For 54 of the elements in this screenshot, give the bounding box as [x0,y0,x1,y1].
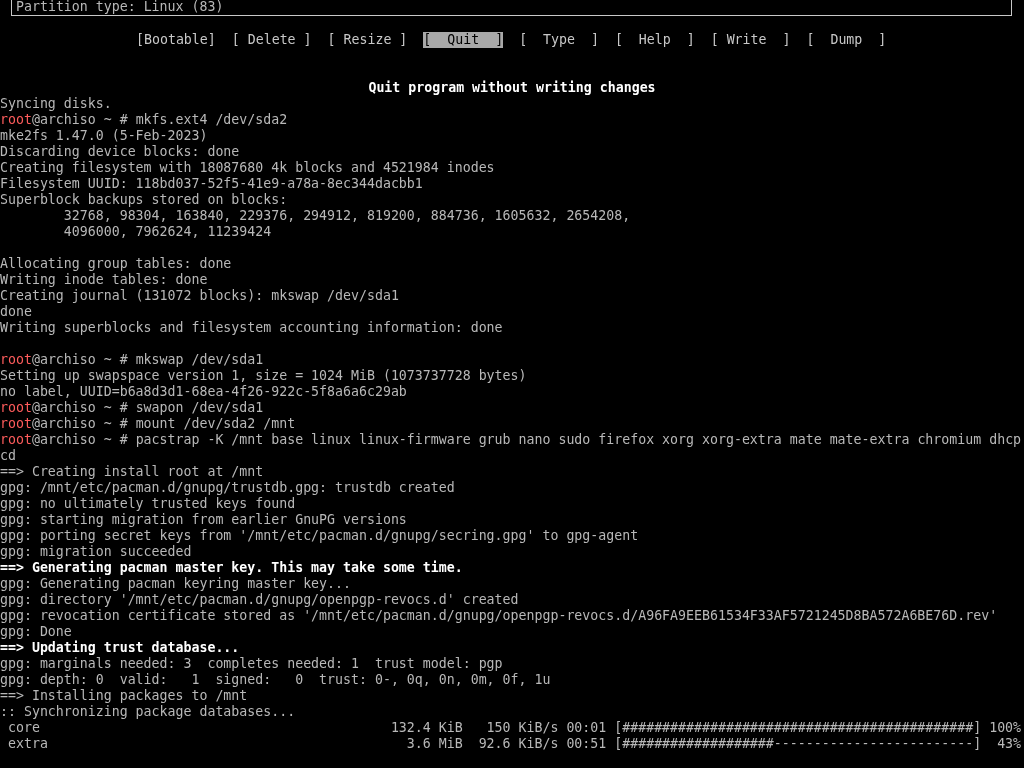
terminal-line: Creating journal (131072 blocks): mkswap /dev/sda1 [0,288,399,304]
terminal-line: ==> Generating pacman master key. This may take some time. [0,560,463,576]
menu-button[interactable]: [ Resize ] [327,32,408,48]
prompt-user: root [0,352,32,368]
terminal-line: 4096000, 7962624, 11239424 [62,224,272,240]
menu-button[interactable]: [Bootable] [136,32,216,48]
terminal-line: gpg: /mnt/etc/pacman.d/gnupg/trustdb.gpg: trustdb created [0,480,455,496]
prompt-user: root [0,112,32,128]
terminal-line: ==> Installing packages to /mnt [0,688,248,704]
terminal-line: Writing inode tables: done [0,272,208,288]
terminal-line: Setting up swapspace version 1, size = 1024 MiB (1073737728 bytes) [0,368,527,384]
terminal-line: 32768, 98304, 163840, 229376, 294912, 819200, 884736, 1605632, 2654208, [62,208,631,224]
terminal-line: gpg: starting migration from earlier GnuPG versions [0,512,407,528]
terminal-line: gpg: revocation certificate stored as '/mnt/etc/pacman.d/gnupg/openpgp-revocs.d/A96FA9EEB61534F33AF5721245D8BA572A6BE76D.rev' [0,608,998,624]
terminal-line: gpg: depth: 0 valid: 1 signed: 0 trust: 0-, 0q, 0n, 0m, 0f, 1u [0,672,551,688]
menu-button[interactable]: [ Quit ] [423,32,504,48]
terminal-line: gpg: marginals needed: 3 completes needed: 1 trust model: pgp [0,656,503,672]
terminal-line: Superblock backups stored on blocks: [0,192,288,208]
menu-button[interactable]: [ Help ] [614,32,695,48]
terminal-line: core 132.4 KiB 150 KiB/s 00:01 [############################################] 100% [6,720,1022,736]
command-line: @archiso ~ # mkswap /dev/sda1 [31,352,264,368]
terminal-line: Filesystem UUID: 118bd037-52f5-41e9-a78a-8ec344dacbb1 [0,176,423,192]
terminal-line: gpg: migration succeeded [0,544,192,560]
terminal-line: gpg: porting secret keys from '/mnt/etc/pacman.d/gnupg/secring.gpg' to gpg-agent [0,528,639,544]
menu-button[interactable]: [ Dump ] [806,32,887,48]
command-line: @archiso ~ # swapon /dev/sda1 [31,400,264,416]
terminal-line: Writing superblocks and filesystem accounting information: done [0,320,503,336]
terminal-line: gpg: Generating pacman keyring master key... [0,576,351,592]
terminal-line: Discarding device blocks: done [0,144,240,160]
terminal-line: ==> Creating install root at /mnt [0,464,264,480]
menu-hint-text: Quit program without writing changes [368,80,656,96]
command-line: @archiso ~ # pacstrap -K /mnt base linux linux-firmware grub nano sudo firefox xorg xorg-extra mate mate-extra chromium dhcp [31,432,1022,448]
terminal-line: mke2fs 1.47.0 (5-Feb-2023) [0,128,208,144]
terminal-line: :: Synchronizing package databases... [0,704,296,720]
prompt-user: root [0,416,32,432]
terminal-line: done [0,304,32,320]
terminal-line: gpg: Done [0,624,72,640]
terminal-line: gpg: no ultimately trusted keys found [0,496,296,512]
menu-button[interactable]: [ Write ] [710,32,791,48]
command-line: @archiso ~ # mkfs.ext4 /dev/sda2 [31,112,288,128]
terminal-line: Syncing disks. [0,96,112,112]
terminal-line: ==> Updating trust database... [0,640,240,656]
terminal-line: Allocating group tables: done [0,256,232,272]
terminal-line: extra 3.6 MiB 92.6 KiB/s 00:51 [###################-------------------------] 43% [6,736,1022,752]
partition-type-text: Partition type: Linux (83) [16,0,224,15]
menu-button[interactable]: [ Type ] [519,32,599,48]
prompt-user: root [0,400,32,416]
terminal-line: Creating filesystem with 18087680 4k blocks and 4521984 inodes [0,160,495,176]
terminal-line: cd [0,448,16,464]
menu-button[interactable]: [ Delete ] [231,32,312,48]
command-line: @archiso ~ # mount /dev/sda2 /mnt [31,416,296,432]
terminal-line: no label, UUID=b6a8d3d1-68ea-4f26-922c-5f8a6a6c29ab [0,384,407,400]
prompt-user: root [0,432,32,448]
terminal-line: gpg: directory '/mnt/etc/pacman.d/gnupg/openpgp-revocs.d' created [0,592,519,608]
